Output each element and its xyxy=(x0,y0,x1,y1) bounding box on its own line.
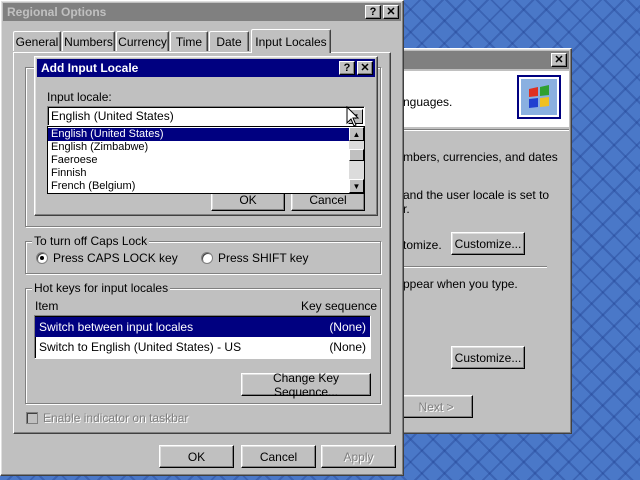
help-icon[interactable]: ? xyxy=(365,5,381,19)
mouse-cursor-icon xyxy=(346,105,360,131)
enable-indicator-label[interactable]: Enable indicator on taskbar xyxy=(43,411,188,425)
scroll-down-icon[interactable]: ▼ xyxy=(349,179,364,193)
hotkeys-col-item: Item xyxy=(35,299,59,313)
tab-numbers[interactable]: Numbers xyxy=(62,31,115,51)
close-icon[interactable]: ✕ xyxy=(357,61,373,75)
shift-radio[interactable] xyxy=(201,252,213,264)
text-fragment-3: and the user locale is set to xyxy=(403,188,550,202)
tab-currency[interactable]: Currency xyxy=(116,31,169,51)
text-fragment-1: nguages. xyxy=(403,95,453,109)
enable-indicator-checkbox[interactable] xyxy=(26,412,38,424)
list-item[interactable]: Finnish xyxy=(48,167,364,180)
tab-date[interactable]: Date xyxy=(209,31,249,51)
apply-button[interactable]: Apply xyxy=(321,445,396,468)
tab-input-locales[interactable]: Input Locales xyxy=(251,29,331,53)
text-fragment-5: tomize. xyxy=(403,238,442,252)
hotkeys-row-item: Switch between input locales xyxy=(39,320,194,334)
customize-button-1[interactable]: Customize... xyxy=(451,232,525,255)
input-locale-dropdown[interactable]: English (United States) English (Zimbabw… xyxy=(47,126,365,194)
close-icon[interactable]: ✕ xyxy=(383,5,399,19)
hotkeys-group-label: Hot keys for input locales xyxy=(32,281,171,295)
input-locale-label: Input locale: xyxy=(47,90,112,104)
hotkeys-col-key: Key sequence xyxy=(301,299,378,313)
change-key-sequence-button[interactable]: Change Key Sequence... xyxy=(241,371,371,399)
hotkeys-row-item: Switch to English (United States) - US xyxy=(39,340,242,354)
list-item[interactable]: English (Zimbabwe) xyxy=(48,141,364,154)
background-window-titlebar: ✕ xyxy=(397,51,569,69)
regional-options-titlebar: Regional Options ? ✕ xyxy=(3,3,401,21)
list-item[interactable]: English (United States) xyxy=(48,128,364,141)
close-icon[interactable]: ✕ xyxy=(551,53,567,67)
add-input-locale-dialog: Add Input Locale ? ✕ Input locale: Engli… xyxy=(34,56,378,216)
background-window: ✕ nguages. mbers, currencies, and dates … xyxy=(394,48,572,434)
tab-general[interactable]: General xyxy=(13,31,61,51)
cancel-button[interactable]: Cancel xyxy=(241,445,316,468)
hotkeys-row-key: (None) xyxy=(329,320,366,334)
shift-radio-label[interactable]: Press SHIFT key xyxy=(218,251,308,265)
dropdown-scrollbar[interactable]: ▲ ▼ xyxy=(349,127,364,193)
text-fragment-4: r. xyxy=(403,202,410,216)
globe-windows-icon xyxy=(517,75,561,119)
hotkeys-list[interactable]: Switch between input locales (None) Swit… xyxy=(34,315,371,359)
tab-time[interactable]: Time xyxy=(170,31,208,51)
caps-lock-group-label: To turn off Caps Lock xyxy=(32,234,150,248)
header-divider xyxy=(397,129,569,131)
caps-lock-radio-label[interactable]: Press CAPS LOCK key xyxy=(53,251,178,265)
hotkeys-row[interactable]: Switch between input locales (None) xyxy=(35,317,370,337)
next-button[interactable]: Next > xyxy=(399,395,473,418)
scroll-thumb[interactable] xyxy=(349,149,364,161)
input-locale-value: English (United States) xyxy=(51,109,174,123)
input-locale-combobox[interactable]: English (United States) ▼ xyxy=(47,106,365,126)
hotkeys-row-key: (None) xyxy=(329,340,366,354)
regional-options-title: Regional Options xyxy=(7,5,107,19)
text-fragment-2: mbers, currencies, and dates xyxy=(403,150,558,164)
add-input-locale-title: Add Input Locale xyxy=(41,61,139,75)
customize-button-2[interactable]: Customize... xyxy=(451,346,525,369)
help-icon[interactable]: ? xyxy=(339,61,355,75)
list-item[interactable]: Faeroese xyxy=(48,154,364,167)
list-item[interactable]: French (Belgium) xyxy=(48,180,364,193)
text-fragment-6: ppear when you type. xyxy=(403,277,518,291)
add-input-locale-titlebar: Add Input Locale ? ✕ xyxy=(37,59,375,77)
caps-lock-radio[interactable] xyxy=(36,252,48,264)
hotkeys-row[interactable]: Switch to English (United States) - US (… xyxy=(35,337,370,357)
ok-button[interactable]: OK xyxy=(159,445,234,468)
section-divider xyxy=(403,266,547,268)
